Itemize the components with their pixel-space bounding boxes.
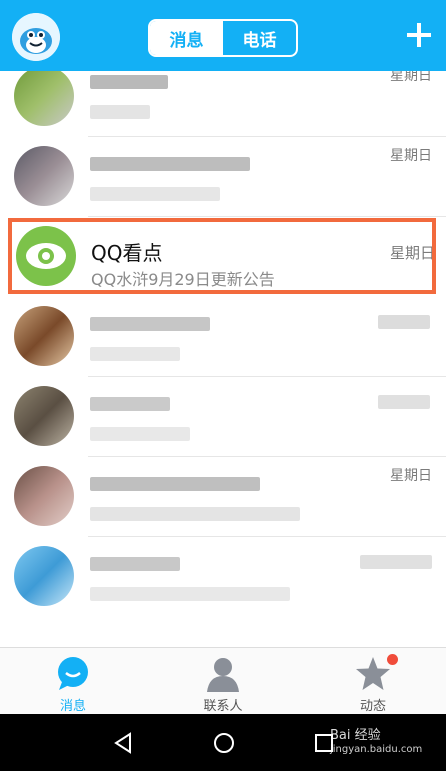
row-date: 星期日 bbox=[390, 148, 432, 164]
blurred-avatar bbox=[14, 146, 74, 206]
blurred-date bbox=[378, 395, 430, 409]
message-phone-segment: 消息 电话 bbox=[148, 19, 298, 57]
blurred-avatar bbox=[14, 466, 74, 526]
contacts-person-icon bbox=[207, 658, 239, 692]
blurred-name bbox=[90, 157, 250, 171]
blurred-name bbox=[90, 557, 180, 571]
plus-icon bbox=[407, 23, 431, 47]
conversation-row[interactable] bbox=[0, 537, 446, 617]
blurred-name bbox=[90, 317, 210, 331]
message-bubble-icon bbox=[58, 657, 88, 690]
user-avatar[interactable] bbox=[12, 13, 60, 61]
blurred-preview bbox=[90, 105, 150, 119]
app-header: 消息 电话 bbox=[0, 0, 446, 71]
watermark-text: Bai 经验 bbox=[330, 728, 381, 743]
blurred-date bbox=[378, 315, 430, 329]
system-nav-bar: Bai 经验 jingyan.baidu.com bbox=[0, 714, 446, 771]
conversation-row[interactable]: 星期日 bbox=[0, 71, 446, 137]
blurred-preview bbox=[90, 507, 300, 521]
penguin-avatar-icon bbox=[12, 13, 60, 61]
blurred-preview bbox=[90, 427, 190, 441]
tab-messages[interactable]: 消息 bbox=[150, 21, 223, 55]
blurred-name bbox=[90, 477, 260, 491]
conversation-row[interactable]: 星期日 bbox=[0, 137, 446, 217]
conversation-row[interactable]: 星期日 bbox=[0, 457, 446, 537]
row-divider bbox=[88, 216, 446, 217]
blurred-avatar bbox=[14, 386, 74, 446]
nav-activity-label: 动态 bbox=[359, 699, 386, 714]
back-icon[interactable] bbox=[112, 731, 136, 755]
row-date: 星期日 bbox=[390, 71, 432, 84]
blurred-name bbox=[90, 397, 170, 411]
tab-phone[interactable]: 电话 bbox=[223, 21, 296, 55]
row-date: 星期日 bbox=[390, 468, 432, 484]
conversation-list[interactable]: 星期日 星期日 星期日 bbox=[0, 71, 446, 647]
nav-messages[interactable]: 消息 bbox=[33, 652, 113, 714]
blurred-avatar bbox=[14, 546, 74, 606]
blurred-preview bbox=[90, 187, 220, 201]
nav-activity[interactable]: 动态 bbox=[333, 652, 413, 714]
blurred-name bbox=[90, 75, 168, 89]
bottom-nav: 消息 联系人 动态 bbox=[0, 647, 446, 715]
blurred-date bbox=[360, 555, 432, 569]
conversation-row[interactable] bbox=[0, 377, 446, 457]
nav-contacts[interactable]: 联系人 bbox=[183, 652, 263, 714]
nav-contacts-label: 联系人 bbox=[203, 699, 243, 714]
add-button[interactable] bbox=[402, 18, 436, 52]
blurred-avatar bbox=[14, 306, 74, 366]
blurred-preview bbox=[90, 587, 290, 601]
blurred-avatar bbox=[14, 71, 74, 126]
conversation-row[interactable] bbox=[0, 297, 446, 377]
blurred-preview bbox=[90, 347, 180, 361]
nav-messages-label: 消息 bbox=[59, 699, 86, 714]
highlight-box bbox=[8, 218, 436, 294]
notification-badge bbox=[387, 654, 398, 665]
home-icon[interactable] bbox=[212, 731, 236, 755]
watermark-url: jingyan.baidu.com bbox=[330, 744, 423, 755]
